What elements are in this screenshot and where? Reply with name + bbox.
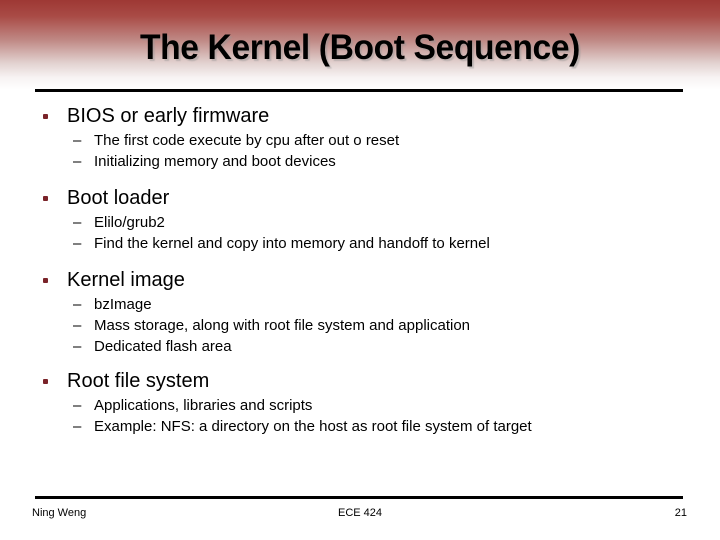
bullet-level1: Root file system bbox=[0, 368, 720, 395]
square-bullet-icon bbox=[43, 379, 48, 384]
bullet-level2-label: Elilo/grub2 bbox=[94, 214, 165, 231]
bullet-level1-label: Root file system bbox=[67, 370, 210, 392]
dash-bullet-icon: – bbox=[73, 418, 82, 435]
bullet-level2-label: Initializing memory and boot devices bbox=[94, 153, 336, 170]
bullet-level2-label: Mass storage, along with root file syste… bbox=[94, 317, 471, 334]
footer-page-number: 21 bbox=[674, 507, 687, 519]
content-section: Kernel image – bzImage – Mass storage, a… bbox=[0, 267, 720, 357]
bullet-level1: Kernel image bbox=[0, 267, 720, 294]
bullet-level2: – bzImage bbox=[0, 294, 720, 315]
bullet-level2: – Example: NFS: a directory on the host … bbox=[0, 416, 720, 437]
bullet-level2-label: Dedicated flash area bbox=[94, 338, 232, 355]
bullet-level2-label: The first code execute by cpu after out … bbox=[94, 132, 400, 149]
dash-bullet-icon: – bbox=[73, 153, 82, 170]
dash-bullet-icon: – bbox=[73, 235, 82, 252]
dash-bullet-icon: – bbox=[73, 317, 82, 334]
dash-bullet-icon: – bbox=[73, 132, 82, 149]
square-bullet-icon bbox=[43, 196, 48, 201]
dash-bullet-icon: – bbox=[73, 214, 82, 231]
square-bullet-icon bbox=[43, 114, 48, 119]
bullet-level1-label: Kernel image bbox=[67, 269, 185, 291]
bullet-level2: – Initializing memory and boot devices bbox=[0, 151, 720, 172]
bullet-level2: – Mass storage, along with root file sys… bbox=[0, 315, 720, 336]
dash-bullet-icon: – bbox=[73, 338, 82, 355]
slide-footer: Ning Weng ECE 424 21 bbox=[0, 507, 720, 525]
bullet-level2-label: Applications, libraries and scripts bbox=[94, 397, 313, 414]
content-section: BIOS or early firmware – The first code … bbox=[0, 103, 720, 172]
dash-bullet-icon: – bbox=[73, 296, 82, 313]
bullet-level1: BIOS or early firmware bbox=[0, 103, 720, 130]
footer-course: ECE 424 bbox=[337, 507, 383, 519]
dash-bullet-icon: – bbox=[73, 397, 82, 414]
bullet-level2: – Elilo/grub2 bbox=[0, 212, 720, 233]
page-title: The Kernel (Boot Sequence) bbox=[140, 28, 580, 67]
bullet-level2: – The first code execute by cpu after ou… bbox=[0, 130, 720, 151]
content-section: Boot loader – Elilo/grub2 – Find the ker… bbox=[0, 185, 720, 254]
bullet-level2-label: Example: NFS: a directory on the host as… bbox=[94, 418, 532, 435]
title-divider bbox=[35, 89, 683, 92]
bullet-level1-label: Boot loader bbox=[67, 187, 170, 209]
bullet-level2-label: Find the kernel and copy into memory and… bbox=[94, 235, 490, 252]
bullet-level1-label: BIOS or early firmware bbox=[67, 105, 270, 127]
bullet-level1: Boot loader bbox=[0, 185, 720, 212]
footer-divider bbox=[35, 496, 683, 499]
bullet-level2: – Find the kernel and copy into memory a… bbox=[0, 233, 720, 254]
square-bullet-icon bbox=[43, 278, 48, 283]
content-section: Root file system – Applications, librari… bbox=[0, 368, 720, 437]
bullet-level2: – Dedicated flash area bbox=[0, 336, 720, 357]
slide-content: BIOS or early firmware – The first code … bbox=[0, 99, 720, 437]
bullet-level2-label: bzImage bbox=[94, 296, 152, 313]
bullet-level2: – Applications, libraries and scripts bbox=[0, 395, 720, 416]
